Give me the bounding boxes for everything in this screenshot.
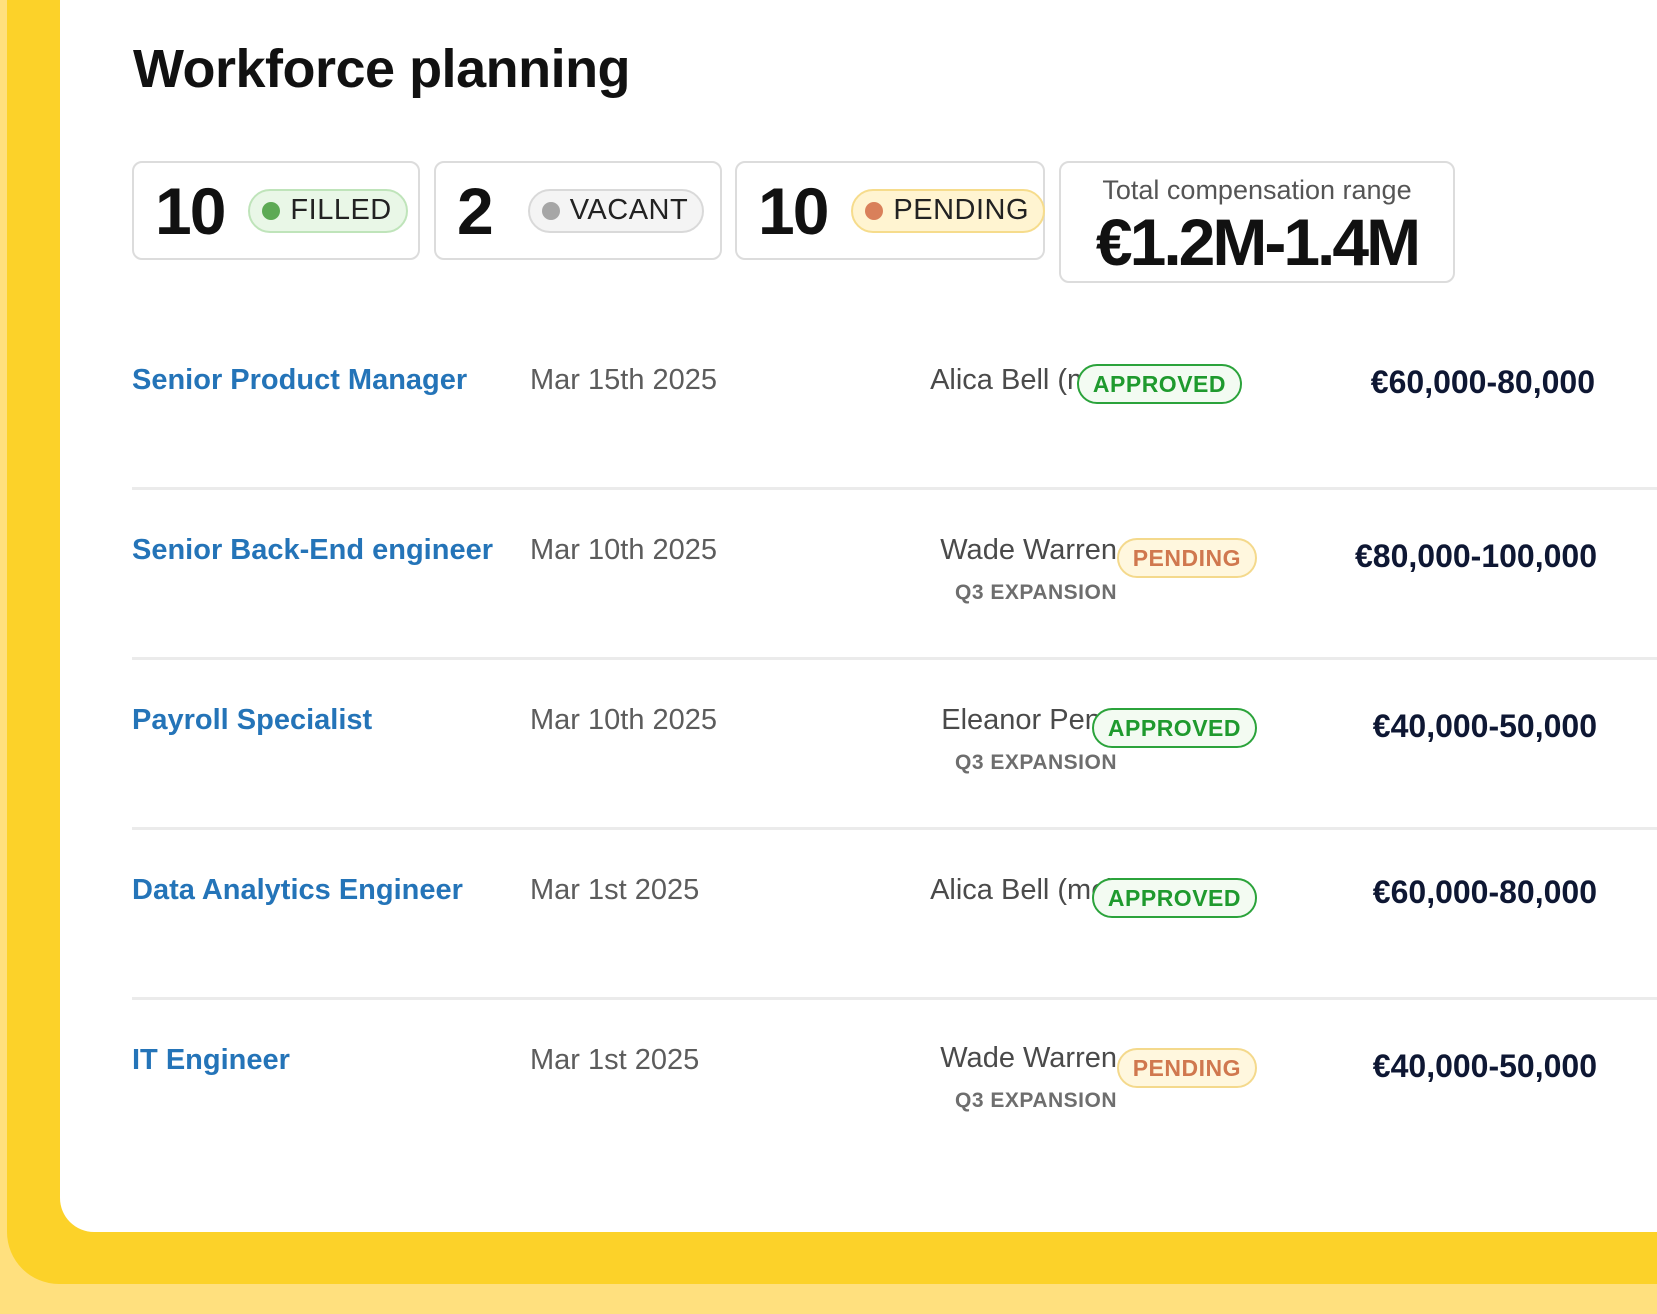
compensation-label: Total compensation range — [1102, 175, 1412, 205]
row-date: Mar 10th 2025 — [530, 704, 718, 736]
table-row[interactable]: Senior Back-End engineer Mar 10th 2025 W… — [132, 490, 1657, 660]
row-date: Mar 15th 2025 — [530, 364, 718, 396]
table-row[interactable]: Senior Product Manager Mar 15th 2025 Ali… — [132, 320, 1657, 490]
stat-pending-count: 10 — [758, 173, 829, 248]
row-amount: €40,000-50,000 — [1372, 708, 1597, 744]
owner-tag: Q3 EXPANSION — [955, 581, 1117, 604]
total-compensation-card: Total compensation range €1.2M-1.4M — [1059, 161, 1455, 283]
row-amount: €60,000-80,000 — [1370, 364, 1595, 400]
status-badge: PENDING — [1116, 538, 1257, 578]
status-badge: PENDING — [1116, 1048, 1257, 1088]
stat-pending-badge: PENDING — [851, 188, 1046, 233]
stat-pending[interactable]: 10 PENDING — [735, 161, 1046, 260]
stat-vacant-label: VACANT — [569, 194, 689, 226]
owner-tag: Q3 EXPANSION — [955, 1089, 1117, 1112]
status-badge: APPROVED — [1091, 878, 1257, 918]
row-date: Mar 1st 2025 — [530, 1044, 700, 1076]
owner-name: Wade Warren — [940, 1042, 1117, 1074]
row-owner: Wade Warren Q3 EXPANSION — [940, 1042, 1117, 1113]
row-date: Mar 1st 2025 — [530, 874, 700, 906]
owner-tag: Q3 EXPANSION — [955, 751, 1117, 774]
stat-filled-badge: FILLED — [248, 188, 408, 233]
page-title: Workforce planning — [133, 39, 631, 99]
stat-vacant-count: 2 — [457, 173, 494, 248]
owner-name: Wade Warren — [940, 534, 1117, 566]
stat-pending-label: PENDING — [893, 194, 1030, 226]
compensation-value: €1.2M-1.4M — [1095, 205, 1421, 279]
role-link[interactable]: IT Engineer — [132, 1044, 290, 1077]
row-owner: Eleanor Pena Q3 EXPANSION — [941, 704, 1117, 775]
stat-filled-label: FILLED — [290, 194, 392, 226]
role-link[interactable]: Senior Back-End engineer — [132, 534, 493, 567]
owner-name: Eleanor Pena — [941, 704, 1117, 736]
filled-dot-icon — [262, 201, 281, 220]
row-amount: €40,000-50,000 — [1372, 1048, 1597, 1084]
stat-filled-count: 10 — [155, 173, 226, 248]
row-owner: Alica Bell (me) — [930, 874, 1117, 907]
role-link[interactable]: Payroll Specialist — [132, 704, 372, 737]
role-link[interactable]: Senior Product Manager — [132, 364, 467, 397]
owner-name: Alica Bell (me) — [930, 874, 1117, 906]
pending-dot-icon — [865, 201, 884, 220]
table-row[interactable]: Data Analytics Engineer Mar 1st 2025 Ali… — [132, 830, 1657, 1000]
table-row[interactable]: IT Engineer Mar 1st 2025 Wade Warren Q3 … — [132, 1000, 1657, 1170]
status-badge: APPROVED — [1091, 708, 1257, 748]
stat-filled[interactable]: 10 FILLED — [132, 161, 420, 260]
row-amount: €80,000-100,000 — [1355, 538, 1597, 574]
stat-vacant-badge: VACANT — [527, 188, 705, 233]
role-link[interactable]: Data Analytics Engineer — [132, 874, 463, 907]
stat-vacant[interactable]: 2 VACANT — [434, 161, 722, 260]
vacant-dot-icon — [541, 201, 560, 220]
table-row[interactable]: Payroll Specialist Mar 10th 2025 Eleanor… — [132, 660, 1657, 830]
row-date: Mar 10th 2025 — [530, 534, 718, 566]
row-owner: Wade Warren Q3 EXPANSION — [940, 534, 1117, 605]
status-badge: APPROVED — [1076, 364, 1242, 404]
row-amount: €60,000-80,000 — [1372, 874, 1597, 910]
